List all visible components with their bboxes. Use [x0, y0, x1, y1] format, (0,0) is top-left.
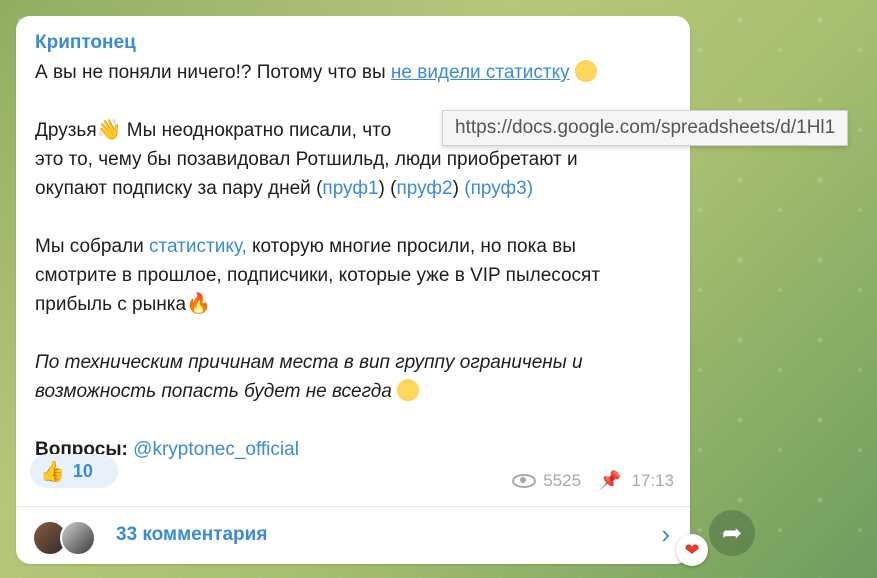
comments-row[interactable]: 33 комментария › [16, 507, 690, 564]
statistics-link-2[interactable]: статистику, [149, 236, 247, 257]
comments-label: 33 комментария [116, 524, 268, 545]
message-bubble: Криптонец А вы не поняли ничего!? Потому… [16, 16, 690, 564]
link-tooltip: https://docs.google.com/spreadsheets/d/1… [442, 110, 849, 146]
reaction-count: 10 [72, 460, 93, 481]
author-name[interactable]: Криптонец [35, 32, 136, 54]
line-7: прибыль с рынка [35, 294, 187, 315]
chevron-right-icon: › [661, 519, 670, 549]
italic-line-1: По техническим причинам места в вип груп… [35, 352, 583, 373]
share-button[interactable]: ➦ [709, 510, 755, 556]
reaction-thumbs-up[interactable]: 👍 10 [30, 454, 118, 488]
message-time: 17:13 [631, 470, 674, 490]
scream-emoji-icon [397, 379, 420, 401]
smirk-emoji-icon [574, 60, 597, 82]
italic-line-2: возможность попасть будет не всегда [35, 381, 392, 402]
username-link[interactable]: @kryptonec_official [133, 439, 299, 460]
proof2-link[interactable]: пруф2 [396, 178, 452, 199]
views-eye-icon [512, 473, 537, 488]
line-6: смотрите в прошлое, подписчики, которые … [35, 265, 601, 286]
line-2: Друзья [35, 120, 97, 141]
fire-emoji-icon: 🔥 [186, 293, 211, 315]
line-1: А вы не поняли ничего!? Потому что вы [35, 62, 391, 83]
wave-emoji-icon: 👋 [96, 119, 122, 141]
line-4: окупают подписку за пару дней ( [35, 178, 323, 199]
line-3: это то, чему бы позавидовал Ротшильд, лю… [35, 149, 578, 170]
proof1-link[interactable]: пруф1 [322, 178, 378, 199]
views-count: 5525 [543, 470, 582, 490]
proof3-link[interactable]: (пруф3) [464, 178, 533, 199]
share-arrow-icon: ➦ [721, 519, 743, 547]
heart-reaction-icon[interactable]: ❤ [676, 534, 708, 566]
line-5: Мы собрали [35, 236, 150, 257]
line-5-rest: которую многие просили, но пока вы [246, 236, 576, 257]
message-meta: 5525 📌 17:13 [512, 470, 674, 491]
thumbs-up-icon: 👍 [40, 460, 65, 483]
statistics-link[interactable]: не видели статистку [391, 62, 570, 83]
commenter-avatar-2 [60, 520, 96, 556]
line-2-rest: Мы неоднократно писали, что [121, 120, 392, 141]
pin-icon: 📌 [599, 470, 622, 490]
